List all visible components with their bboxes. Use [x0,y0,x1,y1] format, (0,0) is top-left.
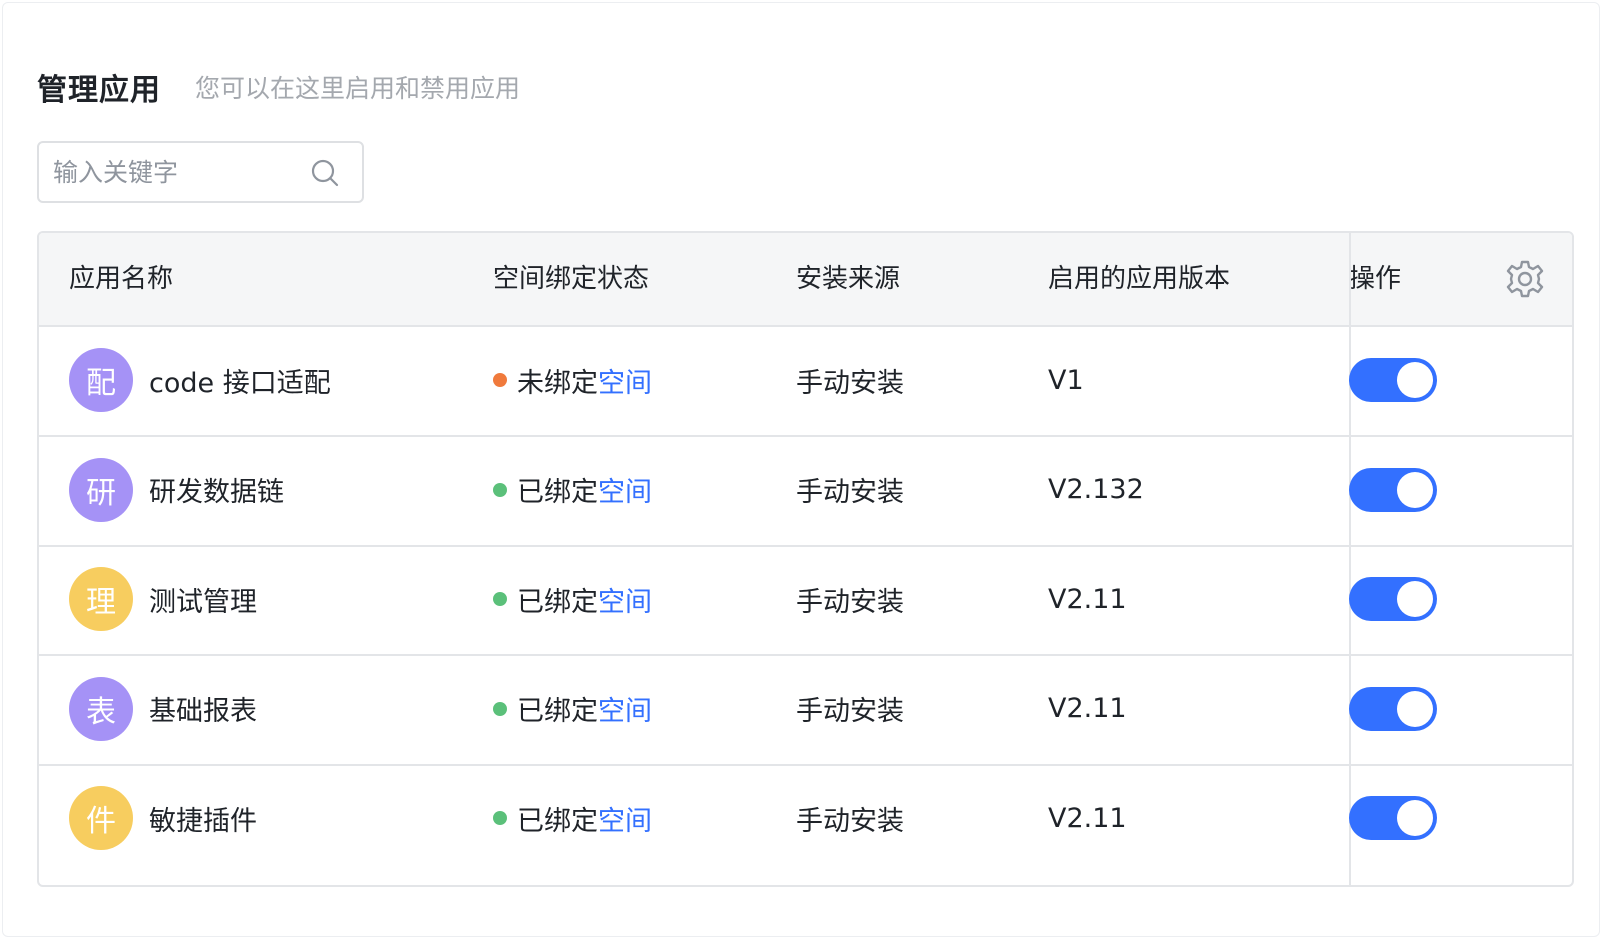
apps-table: 应用名称 空间绑定状态 安装来源 启用的应用版本 操作 配 code 接口适配 未绑… [37,231,1574,887]
search-input[interactable] [53,157,303,187]
bind-status-cell: 已绑定 空间 [493,654,652,764]
bind-status-cell: 已绑定 空间 [493,544,652,654]
action-cell [1349,654,1437,764]
toggle-knob [1397,690,1433,727]
status-dot [493,592,507,606]
install-source-cell: 手动安装 [796,325,904,435]
install-source-cell: 手动安装 [796,763,904,873]
column-header-name: 应用名称 [69,264,174,294]
search-box[interactable] [37,141,364,203]
bind-status-cell: 已绑定 空间 [493,435,652,545]
app-version: V2.11 [1048,583,1127,615]
space-link[interactable]: 空间 [598,799,652,838]
table-header: 应用名称 空间绑定状态 安装来源 启用的应用版本 操作 [39,233,1572,327]
enable-toggle[interactable] [1349,467,1437,512]
bind-status-text: 已绑定 [517,477,598,508]
space-link[interactable]: 空间 [598,580,652,619]
manage-apps-panel: 管理应用 您可以在这里启用和禁用应用 应用名称 空间绑定状态 安装来源 启用的应… [2,2,1600,937]
bind-status-cell: 未绑定 空间 [493,325,652,435]
toggle-knob [1397,362,1433,398]
install-source-cell: 手动安装 [796,544,904,654]
app-avatar: 研 [69,457,133,522]
install-source: 手动安装 [796,805,904,837]
page-header: 管理应用 您可以在这里启用和禁用应用 [37,65,520,109]
status-dot [493,811,507,825]
bind-status-text: 未绑定 [517,367,598,399]
table-row: 表基础报表 已绑定 空间 手动安装 V2.11 [39,654,1572,766]
action-cell [1349,544,1437,654]
status-dot [493,373,507,387]
app-name: 敏捷插件 [149,805,257,837]
enable-toggle[interactable] [1349,686,1437,731]
app-name: code 接口适配 [149,367,331,399]
table-row: 配 code 接口适配 未绑定 空间 手动安装 V1 [39,325,1572,437]
toggle-knob [1397,581,1433,617]
status-dot [493,482,507,497]
app-name: 研发数据链 [149,477,284,508]
page-title: 管理应用 [37,73,161,108]
install-source: 手动安装 [796,696,904,727]
space-link[interactable]: 空间 [598,689,652,728]
install-source-cell: 手动安装 [796,654,904,764]
enable-toggle[interactable] [1349,577,1437,621]
install-source-cell: 手动安装 [796,435,904,545]
page-subtitle: 您可以在这里启用和禁用应用 [195,74,521,103]
bind-status-text: 已绑定 [517,805,598,837]
status-dot [493,701,507,716]
column-header-action: 操作 [1349,264,1402,294]
action-cell [1349,325,1437,435]
app-version: V2.132 [1048,474,1144,505]
bind-status-cell: 已绑定 空间 [493,763,652,873]
enable-toggle[interactable] [1349,796,1437,840]
toggle-knob [1397,800,1433,836]
table-row: 件敏捷插件 已绑定 空间 手动安装 V2.11 [39,763,1572,875]
app-version: V2.11 [1048,693,1127,724]
action-cell [1349,763,1437,873]
enable-toggle[interactable] [1349,358,1437,402]
app-avatar: 理 [69,567,133,631]
app-avatar: 表 [69,676,133,741]
install-source: 手动安装 [796,477,904,508]
toggle-knob [1397,471,1433,508]
app-version-cell: V2.132 [1048,435,1144,545]
space-link[interactable]: 空间 [598,470,652,509]
app-version-cell: V2.11 [1048,544,1127,654]
app-version: V2.11 [1048,802,1127,834]
app-name-cell: 件敏捷插件 [69,763,257,873]
space-link[interactable]: 空间 [598,361,652,400]
column-header-bind-status: 空间绑定状态 [493,264,650,294]
app-name: 基础报表 [149,696,257,727]
gear-icon[interactable] [1505,259,1545,299]
column-header-version: 启用的应用版本 [1048,264,1231,294]
app-name-cell: 配 code 接口适配 [69,325,331,435]
app-version: V1 [1048,364,1084,396]
bind-status-text: 已绑定 [517,696,598,727]
app-avatar: 配 [69,348,133,412]
install-source: 手动安装 [796,586,904,618]
search-icon[interactable] [310,158,340,188]
app-avatar: 件 [69,786,133,850]
install-source: 手动安装 [796,367,904,399]
app-version-cell: V1 [1048,325,1084,435]
app-name-cell: 研研发数据链 [69,435,284,545]
app-name-cell: 表基础报表 [69,654,257,764]
table-row: 理测试管理 已绑定 空间 手动安装 V2.11 [39,544,1572,656]
table-row: 研研发数据链 已绑定 空间 手动安装 V2.132 [39,435,1572,547]
app-name-cell: 理测试管理 [69,544,257,654]
app-version-cell: V2.11 [1048,654,1127,764]
app-version-cell: V2.11 [1048,763,1127,873]
app-name: 测试管理 [149,586,257,618]
column-header-source: 安装来源 [796,264,901,294]
bind-status-text: 已绑定 [517,586,598,618]
action-cell [1349,435,1437,545]
